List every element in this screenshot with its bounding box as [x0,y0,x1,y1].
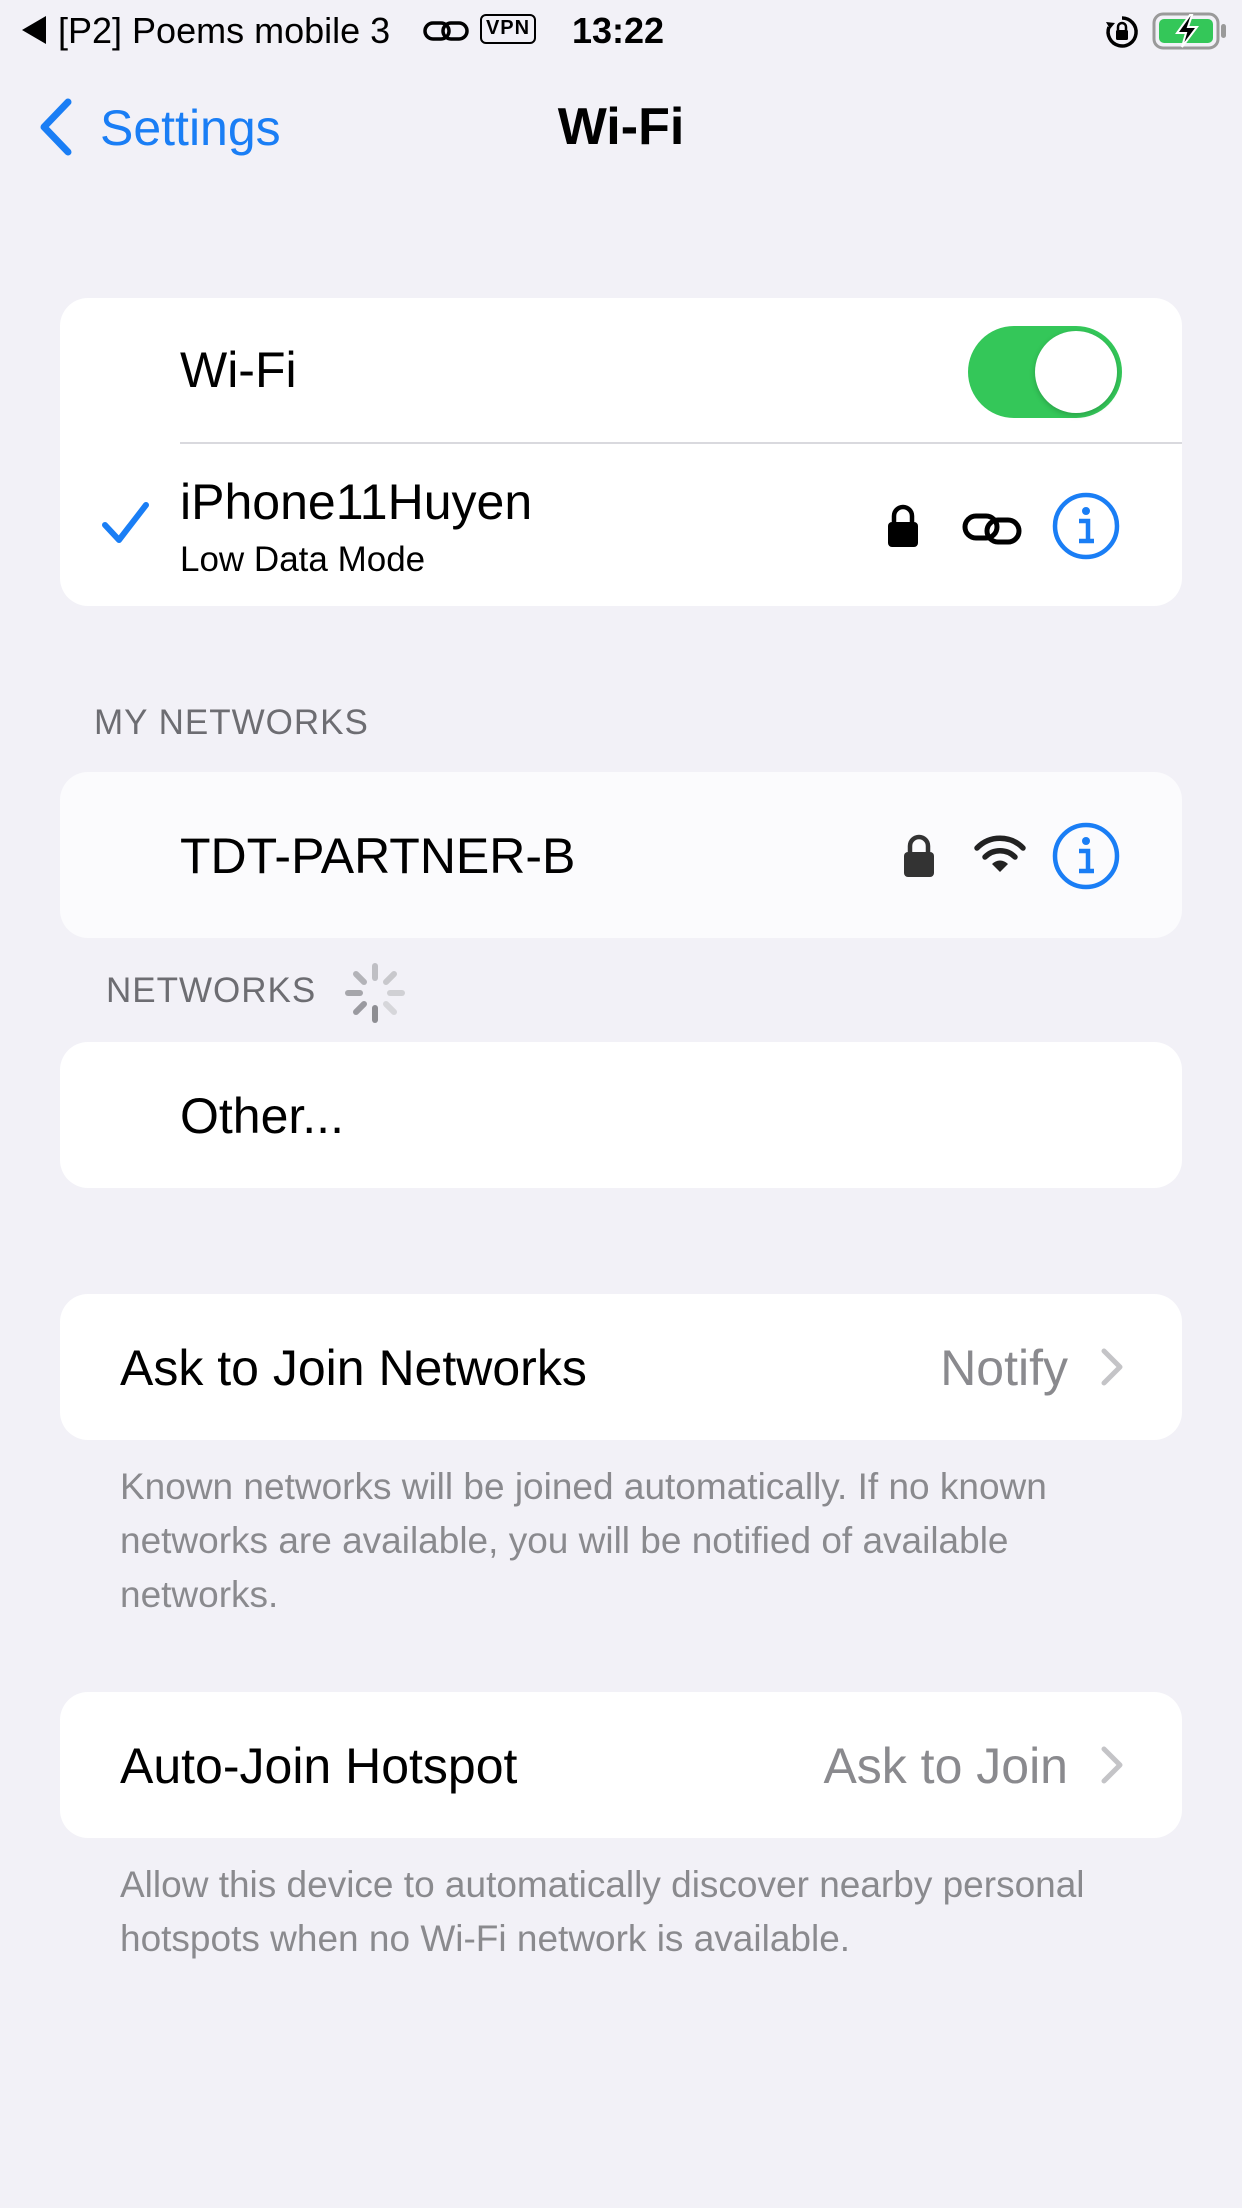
network-name: TDT-PARTNER-B [180,828,576,884]
connected-network-name[interactable]: iPhone11Huyen [180,472,532,532]
checkmark-icon [100,498,150,548]
vpn-badge: VPN [480,14,536,44]
divider [180,442,1182,444]
chevron-right-icon [1096,1346,1126,1388]
battery-charging-icon [1152,12,1228,50]
page-title: Wi-Fi [557,98,685,156]
loading-spinner-icon [344,962,406,1024]
section-header-my-networks: MY NETWORKS [94,703,369,742]
lock-icon [886,504,920,548]
wifi-card: Wi-Fi iPhone11Huyen Low Data Mode [60,298,1182,606]
status-bar: [P2] Poems mobile 3 VPN 13:22 [0,0,1242,62]
info-icon[interactable] [1052,822,1120,890]
clock: 13:22 [572,10,665,51]
info-icon[interactable] [1052,492,1120,560]
other-networks-card: Other... [60,1042,1182,1188]
personal-hotspot-link-icon [962,508,1022,548]
auto-join-hotspot-value: Ask to Join [823,1738,1068,1794]
section-header-networks: NETWORKS [106,971,317,1010]
link-icon [422,14,470,48]
chevron-right-icon [1096,1744,1126,1786]
auto-join-hotspot-label: Auto-Join Hotspot [120,1738,518,1794]
toggle-knob [1035,331,1117,413]
ask-to-join-value: Notify [940,1340,1068,1396]
my-networks-card: TDT-PARTNER-B [60,772,1182,938]
auto-join-hotspot-row[interactable]: Auto-Join Hotspot Ask to Join [60,1692,1182,1838]
wifi-signal-icon [974,832,1026,876]
back-to-app-label[interactable]: [P2] Poems mobile 3 [58,8,390,54]
ask-to-join-row[interactable]: Ask to Join Networks Notify [60,1294,1182,1440]
wifi-toggle[interactable] [968,326,1122,418]
back-to-app-icon[interactable] [20,14,48,46]
wifi-toggle-label: Wi-Fi [180,342,297,398]
connected-network-subtitle: Low Data Mode [180,540,426,579]
other-network-button[interactable]: Other... [180,1086,344,1146]
lock-icon [902,834,936,878]
auto-join-hotspot-footer: Allow this device to automatically disco… [120,1864,1085,1959]
ask-to-join-footer: Known networks will be joined automatica… [120,1466,1047,1615]
rotation-lock-icon [1104,14,1140,50]
ask-to-join-label: Ask to Join Networks [120,1340,587,1396]
network-row[interactable]: TDT-PARTNER-B [60,772,1182,938]
